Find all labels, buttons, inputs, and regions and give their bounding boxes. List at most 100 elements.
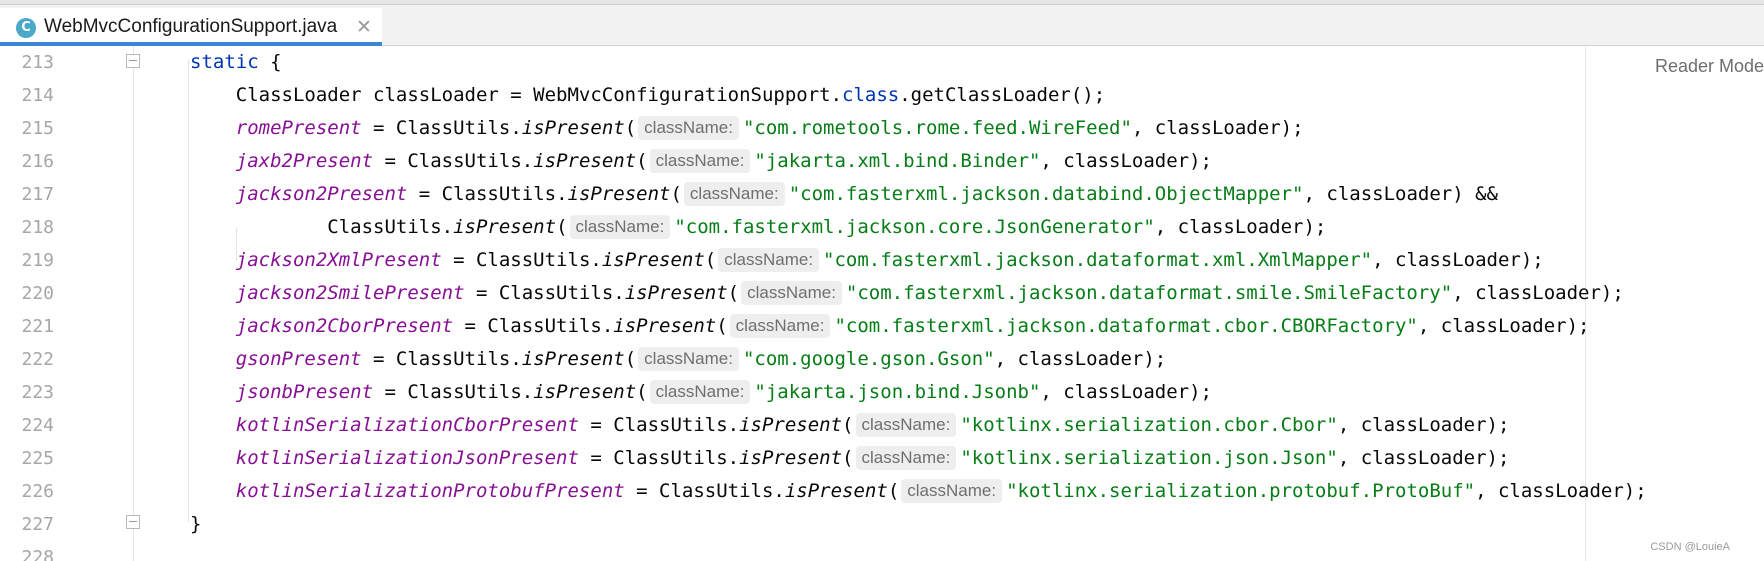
string-literal: "com.fasterxml.jackson.dataformat.xml.Xm… (823, 249, 1373, 271)
field-name: gsonPresent (235, 348, 362, 370)
parameter-hint: className: (729, 314, 831, 338)
field-name: jackson2CborPresent (235, 315, 454, 337)
code-token: , classLoader); (1154, 216, 1327, 238)
code-token: isPresent (739, 447, 843, 469)
field-name: kotlinSerializationCborPresent (235, 414, 579, 436)
code-token: = ClassUtils. (624, 480, 785, 502)
code-token: , classLoader); (1452, 282, 1624, 304)
code-token: ( (556, 216, 568, 238)
code-line[interactable]: 221 jackson2CborPresent = ClassUtils.isP… (0, 310, 1764, 343)
code-token: , classLoader) && (1303, 183, 1498, 205)
field-name: romePresent (235, 117, 362, 139)
code-token: ( (842, 414, 854, 436)
code-token: isPresent (784, 480, 888, 502)
code-token: , classLoader); (1417, 315, 1590, 337)
code-token: isPresent (521, 348, 625, 370)
string-literal: "com.fasterxml.jackson.dataformat.smile.… (845, 282, 1453, 304)
code-token: , classLoader); (1040, 150, 1212, 172)
code-text: gsonPresent = ClassUtils.isPresent(class… (190, 343, 1166, 376)
code-line[interactable]: 213 static { (0, 46, 1764, 79)
line-number: 222 (21, 349, 54, 370)
parameter-hint: className: (649, 380, 751, 404)
field-name: jackson2SmilePresent (235, 282, 465, 304)
parameter-hint: className: (638, 116, 739, 140)
code-token: ( (716, 315, 728, 337)
line-number: 221 (21, 316, 54, 337)
code-line[interactable]: 219 jackson2XmlPresent = ClassUtils.isPr… (0, 244, 1764, 277)
code-line[interactable]: 227} (0, 508, 1764, 541)
line-number: 228 (21, 547, 54, 561)
string-literal: "kotlinx.serialization.protobuf.ProtoBuf… (1006, 480, 1476, 502)
line-number: 220 (21, 283, 54, 304)
code-token: = ClassUtils. (373, 150, 534, 172)
string-literal: "jakarta.json.bind.Jsonb" (754, 381, 1041, 403)
code-line[interactable]: 218 ClassUtils.isPresent(className: "com.… (0, 211, 1764, 244)
field-name: jackson2Present (235, 183, 408, 205)
code-token: = ClassUtils. (407, 183, 568, 205)
string-literal: "com.google.gson.Gson" (742, 348, 995, 370)
line-number: 226 (21, 481, 54, 502)
line-number: 217 (21, 184, 54, 205)
code-token: = ClassUtils. (361, 348, 522, 370)
code-text: jackson2XmlPresent = ClassUtils.isPresen… (190, 244, 1544, 277)
code-token: ClassUtils. (190, 216, 454, 238)
code-token: = ClassUtils. (441, 249, 602, 271)
code-line[interactable]: 223 jsonbPresent = ClassUtils.isPresent(… (0, 376, 1764, 409)
code-token: , classLoader); (1372, 249, 1544, 271)
code-token: ( (842, 447, 854, 469)
code-editor[interactable]: 213 static {214 ClassLoader classLoader =… (0, 46, 1764, 561)
code-token: isPresent (613, 315, 717, 337)
reader-mode-button[interactable]: Reader Mode (1655, 56, 1764, 77)
code-token: ( (636, 150, 648, 172)
code-token: ClassLoader classLoader = WebMvcConfigur… (190, 84, 843, 106)
code-token: .getClassLoader(); (899, 84, 1106, 106)
code-line[interactable]: 215 romePresent = ClassUtils.isPresent(c… (0, 112, 1764, 145)
code-line[interactable]: 226 kotlinSerializationProtobufPresent =… (0, 475, 1764, 508)
string-literal: "com.fasterxml.jackson.dataformat.cbor.C… (834, 315, 1418, 337)
code-text: jaxb2Present = ClassUtils.isPresent(clas… (190, 145, 1212, 178)
code-text: static { (190, 46, 282, 79)
code-text: jsonbPresent = ClassUtils.isPresent(clas… (190, 376, 1212, 409)
code-token: ( (727, 282, 740, 304)
parameter-hint: className: (649, 149, 751, 173)
close-icon[interactable]: ✕ (356, 16, 372, 38)
code-line[interactable]: 222 gsonPresent = ClassUtils.isPresent(c… (0, 343, 1764, 376)
tab-webmvcconfigurationsupport[interactable]: C WebMvcConfigurationSupport.java ✕ (0, 8, 382, 46)
code-text: ClassLoader classLoader = WebMvcConfigur… (190, 79, 1105, 112)
code-token: = ClassUtils. (578, 414, 740, 436)
string-literal: "kotlinx.serialization.cbor.Cbor" (960, 414, 1338, 436)
code-line[interactable]: 220 jackson2SmilePresent = ClassUtils.is… (0, 277, 1764, 310)
parameter-hint: className: (855, 413, 957, 437)
code-line[interactable]: 228 (0, 541, 1764, 561)
string-literal: "kotlinx.serialization.json.Json" (960, 447, 1338, 469)
line-number: 223 (21, 382, 54, 403)
code-line[interactable]: 225 kotlinSerializationJsonPresent = Cla… (0, 442, 1764, 475)
code-line[interactable]: 224 kotlinSerializationCborPresent = Cla… (0, 409, 1764, 442)
code-token: isPresent (739, 414, 843, 436)
field-name: kotlinSerializationProtobufPresent (235, 480, 625, 502)
string-literal: "com.fasterxml.jackson.databind.ObjectMa… (788, 183, 1304, 205)
code-text: kotlinSerializationCborPresent = ClassUt… (190, 409, 1509, 442)
parameter-hint: className: (741, 281, 842, 305)
code-token: isPresent (521, 117, 625, 139)
parameter-hint: className: (855, 446, 957, 470)
code-token: , classLoader); (1040, 381, 1212, 403)
code-token: = ClassUtils. (361, 117, 522, 139)
code-line[interactable]: 214 ClassLoader classLoader = WebMvcConf… (0, 79, 1764, 112)
java-class-icon: C (16, 18, 36, 38)
tab-label: WebMvcConfigurationSupport.java (44, 16, 338, 37)
line-number: 213 (21, 52, 54, 73)
code-token: isPresent (453, 216, 557, 238)
line-number: 224 (21, 415, 54, 436)
code-token: isPresent (533, 150, 637, 172)
line-number: 225 (21, 448, 54, 469)
code-token: , classLoader); (1475, 480, 1647, 502)
code-line[interactable]: 217 jackson2Present = ClassUtils.isPrese… (0, 178, 1764, 211)
code-line[interactable]: 216 jaxb2Present = ClassUtils.isPresent(… (0, 145, 1764, 178)
line-number: 227 (21, 514, 54, 535)
